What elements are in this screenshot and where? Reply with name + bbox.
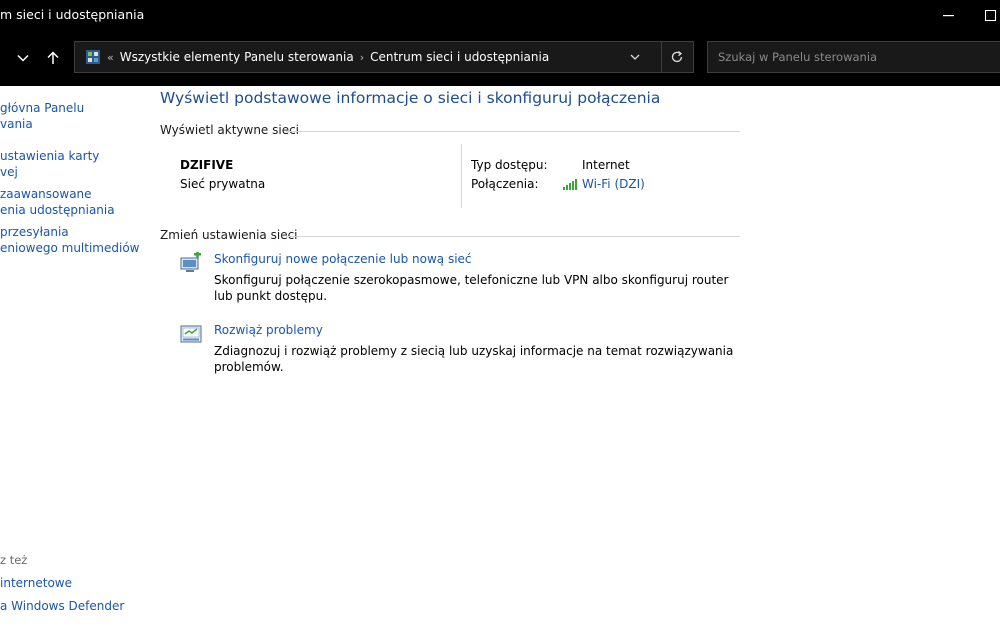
sidebar-item-control-panel-home[interactable]: głóvna Panelu vania bbox=[0, 100, 84, 132]
access-type-label: Typ dostępu: bbox=[471, 158, 548, 172]
breadcrumb-separator[interactable]: › bbox=[360, 51, 364, 64]
sidebar-item-media-streaming[interactable]: przesyłania eniowego multimediów bbox=[0, 224, 139, 256]
up-button[interactable] bbox=[38, 42, 68, 74]
change-settings-heading: Zmień ustawienia sieci bbox=[160, 228, 298, 242]
chevron-down-icon bbox=[17, 54, 29, 62]
setup-new-connection-link[interactable]: Skonfiguruj nowe połączenie lub nową sie… bbox=[214, 252, 472, 266]
search-box[interactable] bbox=[707, 41, 1000, 73]
new-connection-icon bbox=[180, 252, 201, 272]
title-bar: m sieci i udostępniania bbox=[0, 0, 1000, 32]
connections-label: Połączenia: bbox=[471, 177, 539, 191]
divider bbox=[286, 131, 740, 132]
minimize-icon bbox=[942, 15, 954, 17]
maximize-icon bbox=[985, 10, 997, 22]
sidebar-item-adapter-settings[interactable]: ustawienia karty vej bbox=[0, 148, 99, 180]
breadcrumb-network-center[interactable]: Centrum sieci i udostępniania bbox=[370, 50, 549, 64]
breadcrumb-all-control-panel-items[interactable]: Wszystkie elementy Panelu sterowania bbox=[120, 50, 354, 64]
control-panel-icon bbox=[86, 50, 100, 64]
refresh-icon bbox=[671, 51, 683, 63]
troubleshoot-icon bbox=[180, 325, 202, 343]
sidebar-item-advanced-sharing[interactable]: zaawansowane enia udostępniania bbox=[0, 186, 115, 218]
maximize-button[interactable] bbox=[968, 0, 1000, 32]
address-bar[interactable]: « Wszystkie elementy Panelu sterowania ›… bbox=[74, 41, 694, 73]
search-input[interactable] bbox=[716, 49, 990, 65]
active-networks-heading: Wyświetl aktywne sieci bbox=[160, 123, 300, 137]
recent-locations-button[interactable] bbox=[8, 42, 38, 74]
setup-new-connection-description: Skonfiguruj połączenie szerokopasmowe, t… bbox=[214, 273, 729, 303]
divider bbox=[461, 144, 462, 208]
page-title: Wyświetl podstawowe informacje o sieci i… bbox=[160, 89, 661, 107]
access-type-value: Internet bbox=[582, 158, 630, 172]
troubleshoot-description: Zdiagnozuj i rozwiąż problemy z siecią l… bbox=[214, 344, 734, 374]
divider bbox=[286, 236, 740, 237]
breadcrumb-overflow[interactable]: « bbox=[107, 51, 114, 64]
window-title: m sieci i udostępniania bbox=[0, 7, 145, 22]
see-also-windows-defender[interactable]: a Windows Defender bbox=[0, 598, 124, 614]
network-name: DZIFIVE bbox=[180, 158, 234, 172]
arrow-up-icon bbox=[47, 51, 59, 64]
troubleshoot-link[interactable]: Rozwiąż problemy bbox=[214, 323, 323, 337]
minimize-button[interactable] bbox=[925, 0, 971, 32]
wifi-connection-link[interactable]: Wi-Fi (DZI) bbox=[582, 177, 645, 191]
see-also-label: z też bbox=[0, 553, 28, 567]
refresh-button[interactable] bbox=[661, 42, 692, 72]
address-dropdown-button[interactable] bbox=[623, 42, 647, 72]
network-type: Sieć prywatna bbox=[180, 177, 266, 191]
wifi-signal-icon bbox=[563, 179, 577, 190]
see-also-internet-options[interactable]: internetowe bbox=[0, 575, 72, 591]
chevron-down-icon bbox=[630, 54, 640, 60]
